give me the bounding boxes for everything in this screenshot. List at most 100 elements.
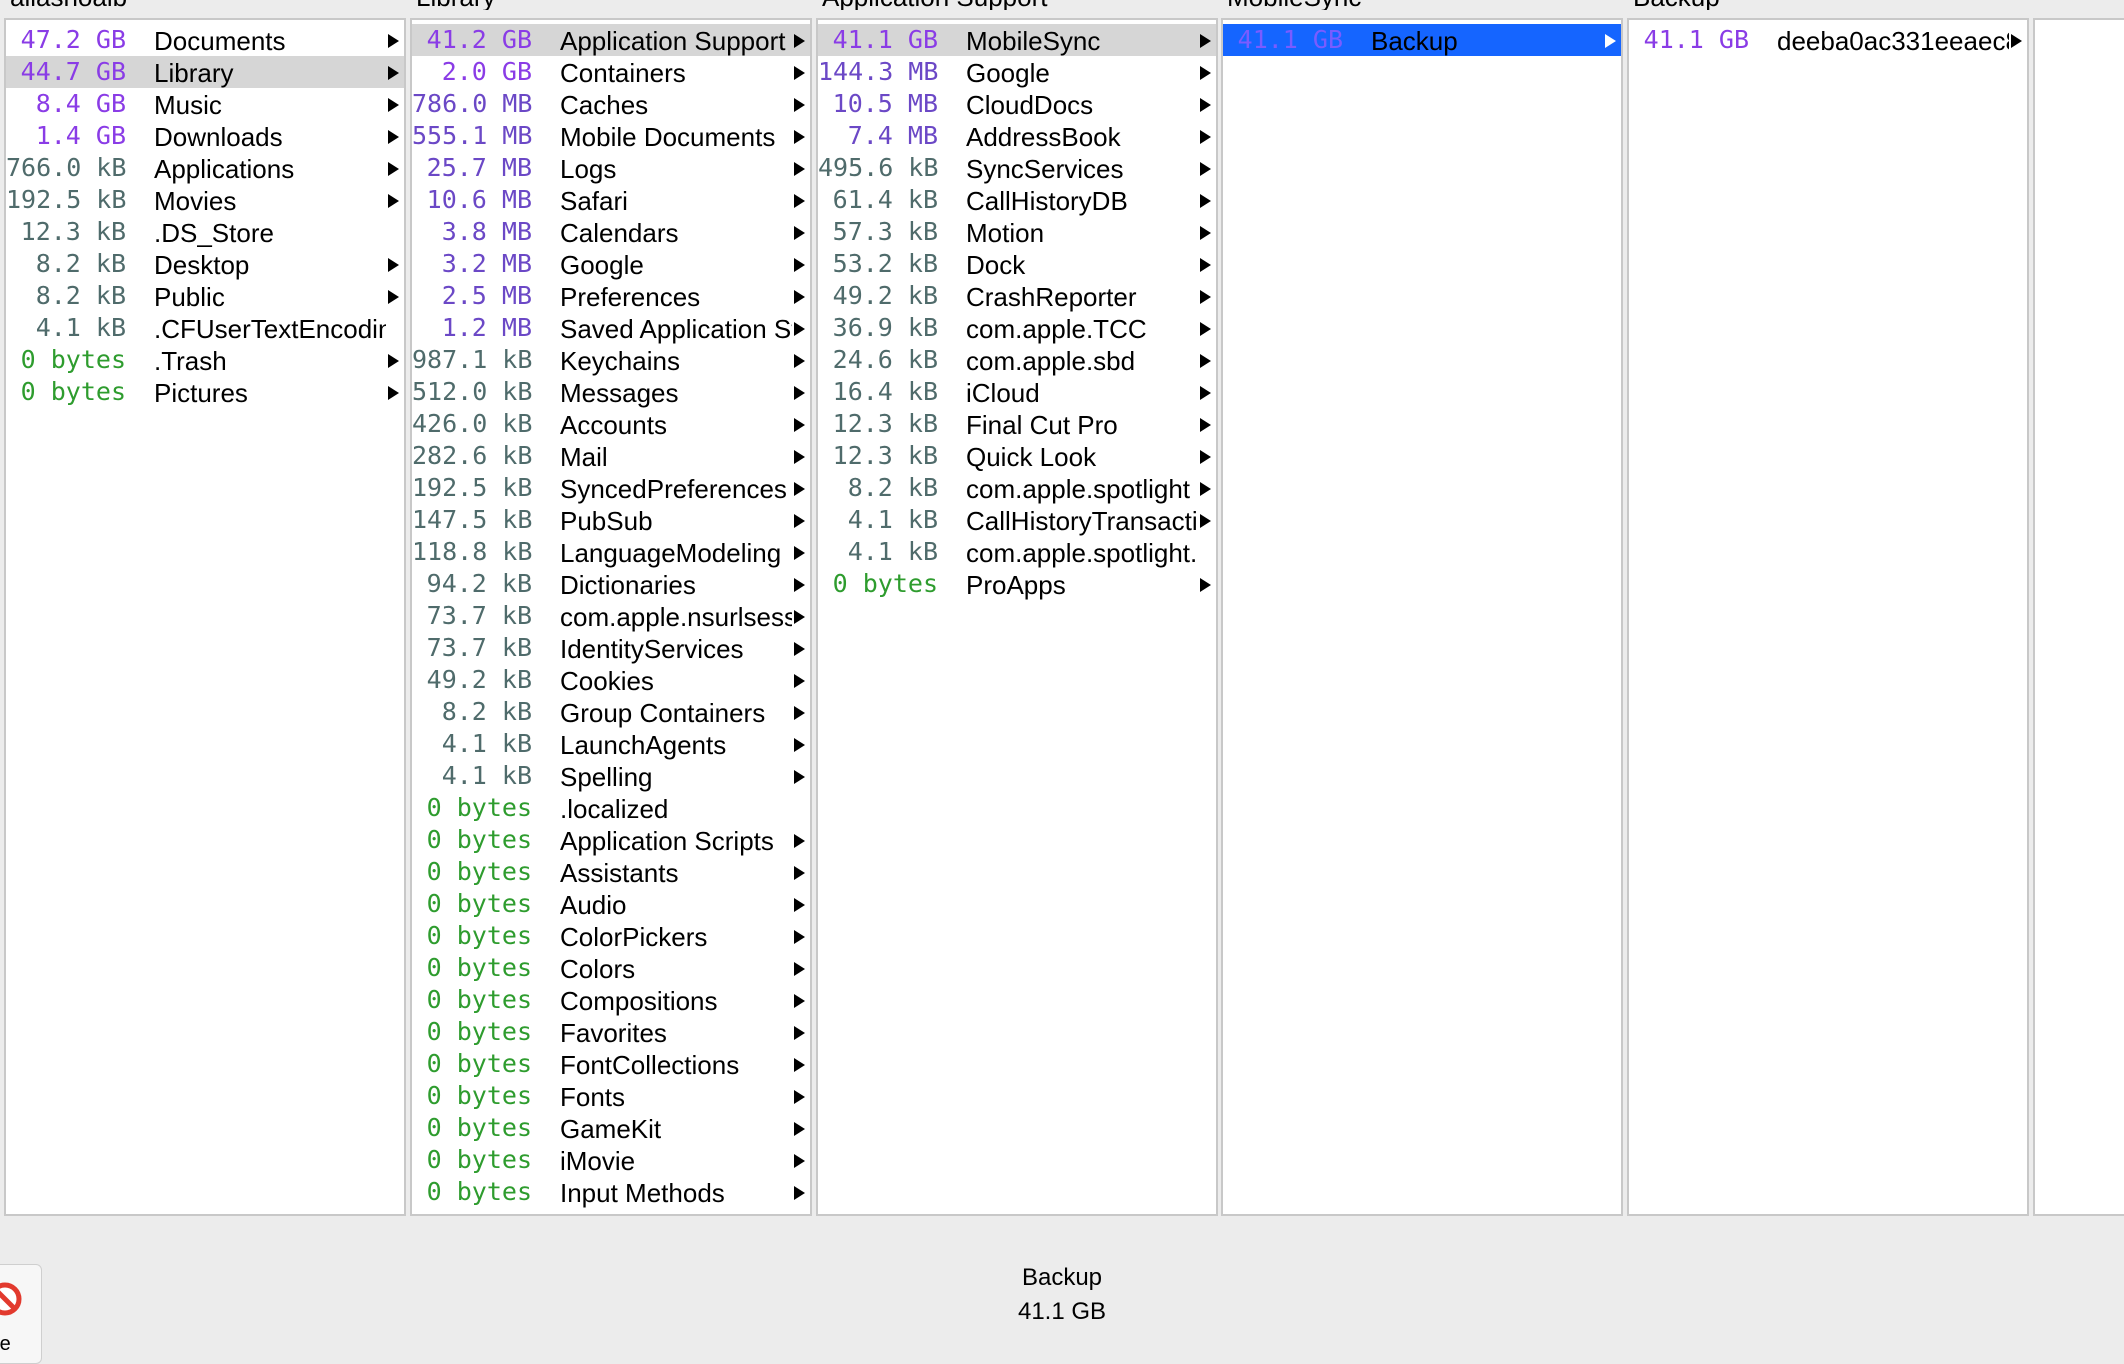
list-item[interactable]: 426.0 kB Accounts — [412, 408, 810, 440]
disclosure-arrow-icon[interactable] — [1200, 514, 1211, 528]
disclosure-arrow-icon[interactable] — [1200, 322, 1211, 336]
disclosure-arrow-icon[interactable] — [794, 834, 805, 848]
list-item[interactable]: 73.7 kB com.apple.nsurlsessiond — [412, 600, 810, 632]
list-item[interactable]: 987.1 kB Keychains — [412, 344, 810, 376]
list-item[interactable]: 282.6 kB Mail — [412, 440, 810, 472]
column-aliashoaib[interactable]: 47.2 GB Documents 44.7 GB Library 8.4 GB Musi… — [4, 18, 406, 1216]
disclosure-arrow-icon[interactable] — [388, 386, 399, 400]
disclosure-arrow-icon[interactable] — [794, 1122, 805, 1136]
list-item[interactable]: 512.0 kB Messages — [412, 376, 810, 408]
list-item[interactable]: 16.4 kB iCloud — [818, 376, 1216, 408]
column-mobilesync[interactable]: 41.1 GB Backup — [1221, 18, 1623, 1216]
disclosure-arrow-icon[interactable] — [794, 962, 805, 976]
list-item[interactable]: 0 bytes Application Scripts — [412, 824, 810, 856]
list-item[interactable]: 192.5 kB Movies — [6, 184, 404, 216]
list-item[interactable]: 7.4 MB AddressBook — [818, 120, 1216, 152]
list-item[interactable]: 57.3 kB Motion — [818, 216, 1216, 248]
list-item[interactable]: 495.6 kB SyncServices — [818, 152, 1216, 184]
disclosure-arrow-icon[interactable] — [794, 450, 805, 464]
disclosure-arrow-icon[interactable] — [794, 98, 805, 112]
disclosure-arrow-icon[interactable] — [794, 866, 805, 880]
disclosure-arrow-icon[interactable] — [794, 1186, 805, 1200]
list-item[interactable]: 0 bytes iMovie — [412, 1144, 810, 1176]
disclosure-arrow-icon[interactable] — [794, 290, 805, 304]
list-item[interactable]: 44.7 GB Library — [6, 56, 404, 88]
column-application-support[interactable]: 41.1 GB MobileSync 144.3 MB Google 10.5 MB Cl… — [816, 18, 1218, 1216]
disclosure-arrow-icon[interactable] — [1200, 98, 1211, 112]
disclosure-arrow-icon[interactable] — [388, 130, 399, 144]
list-item[interactable]: 10.6 MB Safari — [412, 184, 810, 216]
list-item[interactable]: 41.1 GB Backup — [1223, 24, 1621, 56]
disclosure-arrow-icon[interactable] — [794, 1154, 805, 1168]
disclosure-arrow-icon[interactable] — [794, 130, 805, 144]
column-library[interactable]: 41.2 GB Application Support 2.0 GB Containe… — [410, 18, 812, 1216]
list-item[interactable]: 0 bytes GameKit — [412, 1112, 810, 1144]
list-item[interactable]: 61.4 kB CallHistoryDB — [818, 184, 1216, 216]
disclosure-arrow-icon[interactable] — [1200, 226, 1211, 240]
list-item[interactable]: 766.0 kB Applications — [6, 152, 404, 184]
list-item[interactable]: 49.2 kB Cookies — [412, 664, 810, 696]
disclosure-arrow-icon[interactable] — [794, 546, 805, 560]
list-item[interactable]: 4.1 kB Spelling — [412, 760, 810, 792]
disclosure-arrow-icon[interactable] — [794, 354, 805, 368]
list-item[interactable]: 47.2 GB Documents — [6, 24, 404, 56]
disclosure-arrow-icon[interactable] — [794, 322, 805, 336]
disclosure-arrow-icon[interactable] — [794, 898, 805, 912]
list-item[interactable]: 41.2 GB Application Support — [412, 24, 810, 56]
disclosure-arrow-icon[interactable] — [1200, 354, 1211, 368]
list-item[interactable]: 8.2 kB Public — [6, 280, 404, 312]
disclosure-arrow-icon[interactable] — [1200, 34, 1211, 48]
list-item[interactable]: 36.9 kB com.apple.TCC — [818, 312, 1216, 344]
list-item[interactable]: 41.1 GB MobileSync — [818, 24, 1216, 56]
column-empty[interactable] — [2033, 18, 2124, 1216]
disclosure-arrow-icon[interactable] — [794, 738, 805, 752]
list-item[interactable]: 4.1 kB .CFUserTextEncoding — [6, 312, 404, 344]
list-item[interactable]: 1.4 GB Downloads — [6, 120, 404, 152]
disclosure-arrow-icon[interactable] — [794, 162, 805, 176]
list-item[interactable]: 12.3 kB .DS_Store — [6, 216, 404, 248]
disclosure-arrow-icon[interactable] — [794, 770, 805, 784]
column-backup[interactable]: 41.1 GB deeba0ac331eeaec8 — [1627, 18, 2029, 1216]
list-item[interactable]: 0 bytes Pictures — [6, 376, 404, 408]
disclosure-arrow-icon[interactable] — [794, 418, 805, 432]
list-item[interactable]: 0 bytes Colors — [412, 952, 810, 984]
disclosure-arrow-icon[interactable] — [1605, 34, 1616, 48]
delete-button[interactable]: ete — [0, 1264, 42, 1364]
disclosure-arrow-icon[interactable] — [794, 1058, 805, 1072]
disclosure-arrow-icon[interactable] — [1200, 450, 1211, 464]
list-item[interactable]: 147.5 kB PubSub — [412, 504, 810, 536]
disclosure-arrow-icon[interactable] — [1200, 418, 1211, 432]
list-item[interactable]: 118.8 kB LanguageModeling — [412, 536, 810, 568]
disclosure-arrow-icon[interactable] — [794, 258, 805, 272]
list-item[interactable]: 0 bytes .localized — [412, 792, 810, 824]
list-item[interactable]: 555.1 MB Mobile Documents — [412, 120, 810, 152]
list-item[interactable]: 4.1 kB CallHistoryTransactions — [818, 504, 1216, 536]
disclosure-arrow-icon[interactable] — [794, 34, 805, 48]
disclosure-arrow-icon[interactable] — [388, 66, 399, 80]
disclosure-arrow-icon[interactable] — [388, 194, 399, 208]
disclosure-arrow-icon[interactable] — [388, 34, 399, 48]
disclosure-arrow-icon[interactable] — [794, 482, 805, 496]
list-item[interactable]: 94.2 kB Dictionaries — [412, 568, 810, 600]
list-item[interactable]: 24.6 kB com.apple.sbd — [818, 344, 1216, 376]
disclosure-arrow-icon[interactable] — [388, 290, 399, 304]
disclosure-arrow-icon[interactable] — [1200, 482, 1211, 496]
disclosure-arrow-icon[interactable] — [794, 194, 805, 208]
list-item[interactable]: 786.0 MB Caches — [412, 88, 810, 120]
disclosure-arrow-icon[interactable] — [1200, 130, 1211, 144]
list-item[interactable]: 0 bytes Compositions — [412, 984, 810, 1016]
list-item[interactable]: 0 bytes .Trash — [6, 344, 404, 376]
disclosure-arrow-icon[interactable] — [794, 1026, 805, 1040]
list-item[interactable]: 0 bytes Audio — [412, 888, 810, 920]
list-item[interactable]: 0 bytes Input Methods — [412, 1176, 810, 1208]
list-item[interactable]: 0 bytes Fonts — [412, 1080, 810, 1112]
list-item[interactable]: 41.1 GB deeba0ac331eeaec8 — [1629, 24, 2027, 56]
disclosure-arrow-icon[interactable] — [2011, 34, 2022, 48]
list-item[interactable]: 49.2 kB CrashReporter — [818, 280, 1216, 312]
list-item[interactable]: 0 bytes ProApps — [818, 568, 1216, 600]
disclosure-arrow-icon[interactable] — [794, 994, 805, 1008]
disclosure-arrow-icon[interactable] — [794, 706, 805, 720]
disclosure-arrow-icon[interactable] — [1200, 162, 1211, 176]
disclosure-arrow-icon[interactable] — [794, 578, 805, 592]
list-item[interactable]: 1.2 MB Saved Application State — [412, 312, 810, 344]
